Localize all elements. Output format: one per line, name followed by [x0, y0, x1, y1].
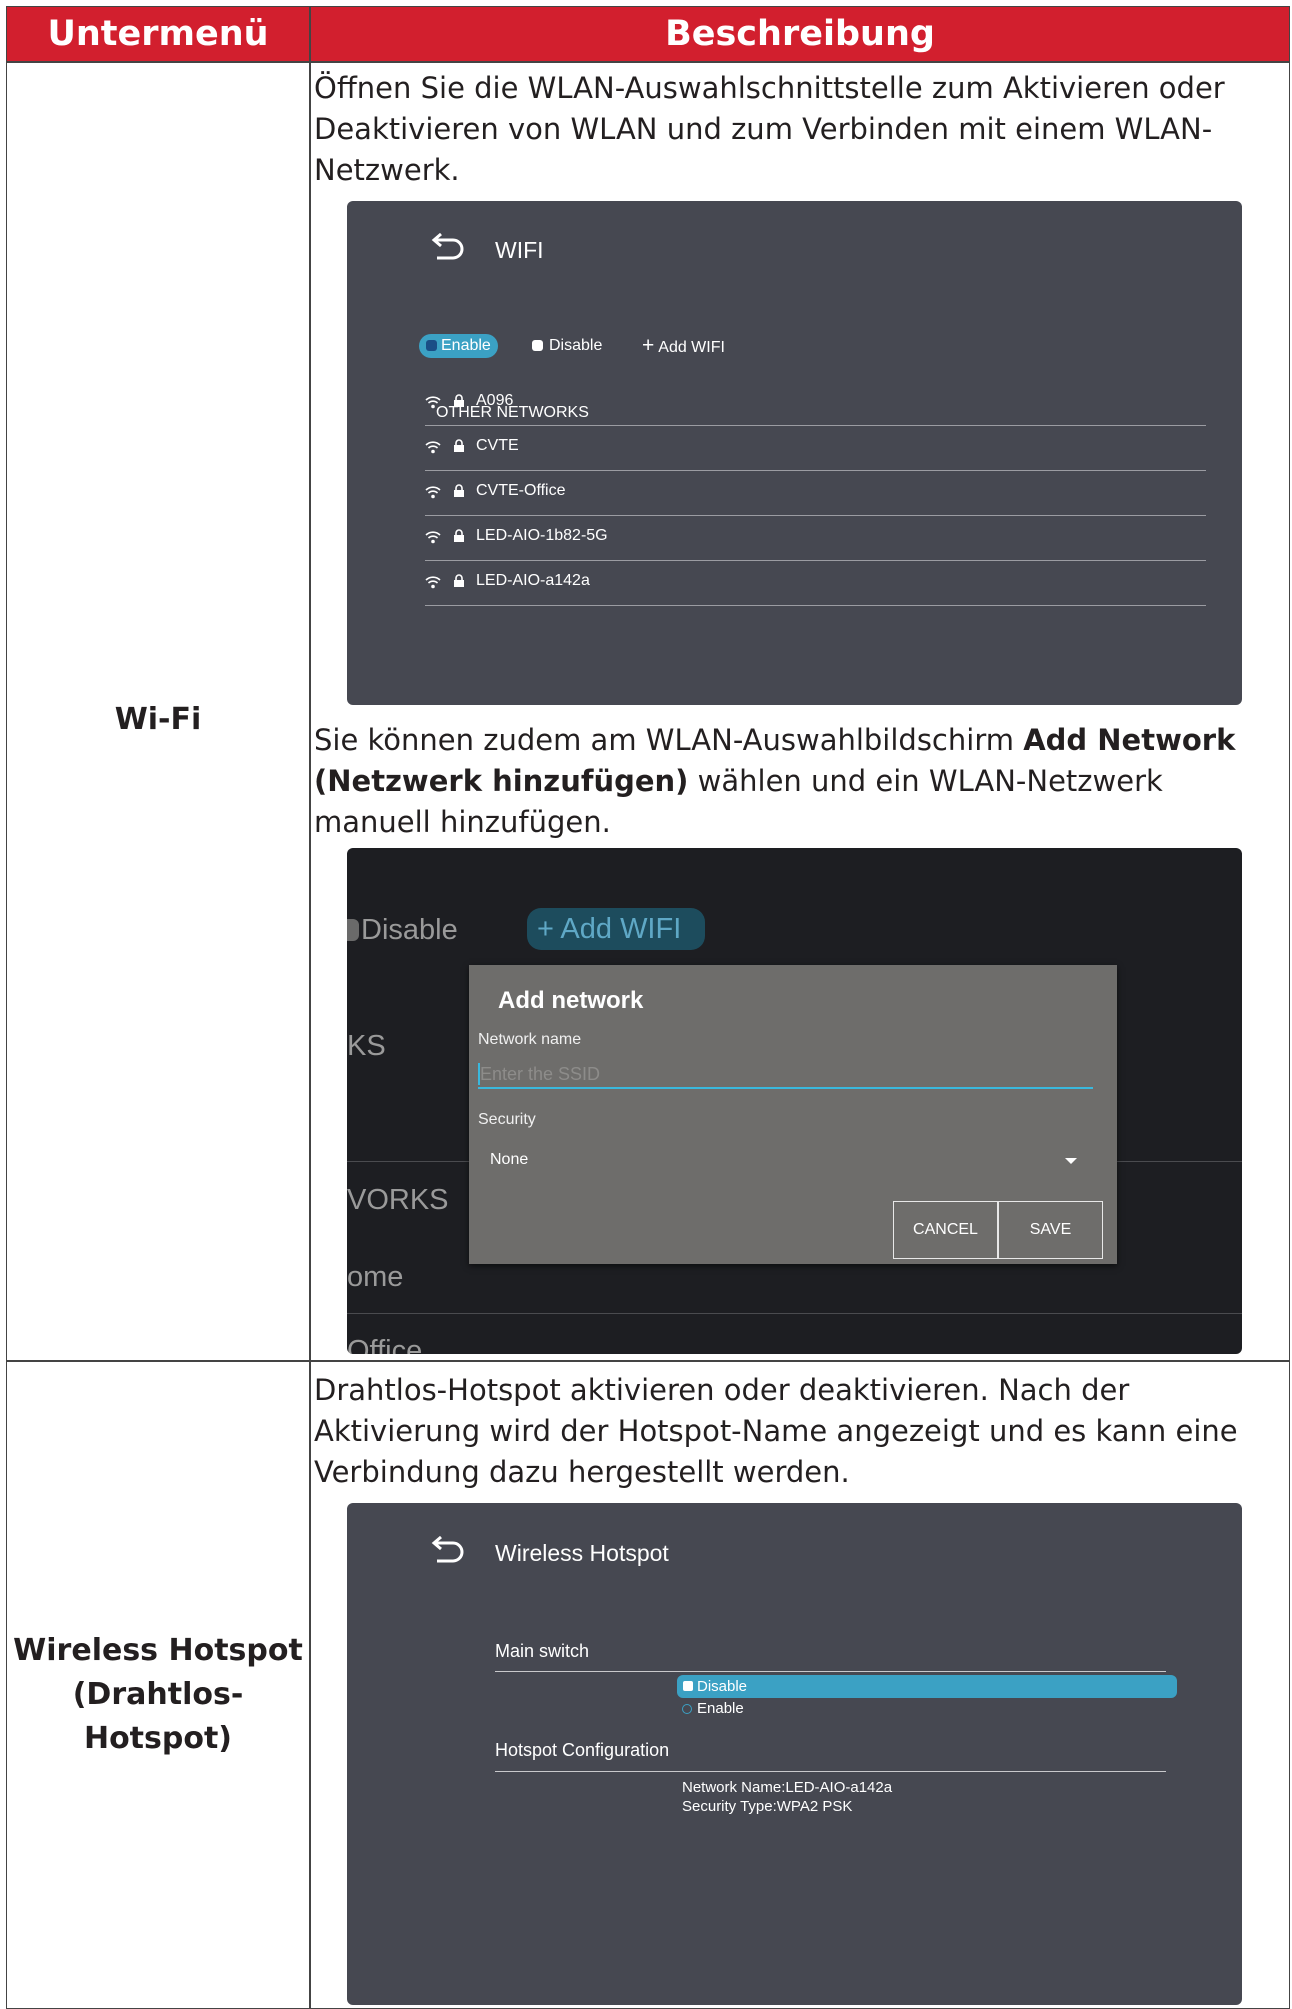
network-name: A096: [476, 392, 514, 409]
header-submenu: Untermenü: [47, 14, 269, 54]
screen-title: Wireless Hotspot: [495, 1540, 669, 1566]
row-label-wifi: Wi-Fi: [114, 702, 202, 737]
plus-icon: +: [537, 913, 561, 945]
security-type-value: Security Type:WPA2 PSK: [682, 1798, 853, 1815]
hotspot-config-label: Hotspot Configuration: [495, 1740, 670, 1760]
wifi-signal-icon: [425, 576, 441, 589]
wifi-signal-icon: [425, 486, 441, 499]
add-network-dialog: Add network Network name Enter the SSID …: [469, 965, 1117, 1264]
add-wifi-label: Add WIFI: [658, 339, 725, 356]
text-cursor: [478, 1063, 480, 1085]
column-divider: [309, 7, 311, 2008]
network-name: CVTE-Office: [476, 482, 566, 499]
dropdown-arrow-icon[interactable]: [1065, 1158, 1077, 1164]
bg-disable-label: Disable: [361, 914, 458, 946]
bg-works-text: VORKS: [347, 1184, 449, 1216]
radio-icon: [682, 1704, 692, 1714]
save-button[interactable]: SAVE: [998, 1201, 1103, 1259]
bg-office-text: Office: [347, 1335, 423, 1354]
network-name: LED-AIO-1b82-5G: [476, 527, 608, 544]
table-header: Untermenü Beschreibung: [7, 7, 1289, 61]
row-label-line: Wireless Hotspot: [13, 1633, 303, 1668]
divider: [347, 1313, 1242, 1314]
enable-option[interactable]: Enable: [681, 1699, 744, 1718]
checkbox-icon: [532, 340, 543, 351]
back-icon[interactable]: [429, 233, 465, 263]
disable-option[interactable]: Disable: [677, 1675, 1177, 1698]
row-label-line: Hotspot): [83, 1721, 233, 1756]
divider: [495, 1771, 1166, 1772]
row-label-hotspot: Wireless Hotspot (Drahtlos- Hotspot): [7, 1629, 309, 1761]
bg-home-text: ome: [347, 1261, 404, 1293]
ssid-input[interactable]: Enter the SSID: [478, 1061, 1093, 1089]
wifi-signal-icon: [425, 531, 441, 544]
security-label: Security: [478, 1111, 536, 1128]
header-description: Beschreibung: [665, 14, 935, 54]
back-icon[interactable]: [429, 1536, 465, 1566]
bg-ks-text: KS: [347, 1030, 386, 1062]
checkbox-icon: [347, 919, 359, 941]
row-label-line: (Drahtlos-: [72, 1677, 244, 1712]
network-name-label: Network name: [478, 1031, 582, 1048]
lock-icon: [454, 529, 464, 542]
plus-icon: +: [642, 334, 655, 357]
wifi-signal-icon: [425, 396, 441, 409]
network-item[interactable]: CVTE: [425, 426, 1206, 471]
screen-title: WIFI: [495, 237, 544, 263]
lock-icon: [454, 484, 464, 497]
enable-label: Enable: [697, 1700, 744, 1717]
network-item[interactable]: LED-AIO-a142a: [425, 561, 1206, 606]
bg-add-wifi-button: + Add WIFI: [527, 908, 705, 950]
disable-option[interactable]: Disable: [532, 334, 602, 358]
hotspot-screenshot: Wireless Hotspot Main switch Disable Ena…: [347, 1503, 1242, 2005]
checkbox-checked-icon: [426, 340, 437, 351]
wifi-description: Öffnen Sie die WLAN-Auswahlschnittstelle…: [314, 71, 1225, 187]
network-name: CVTE: [476, 437, 519, 454]
row-divider: [7, 61, 1289, 63]
lock-icon: [454, 574, 464, 587]
bg-disable-text: Disable: [347, 914, 458, 947]
enable-label: Enable: [441, 337, 491, 354]
network-item[interactable]: A096: [425, 381, 1206, 426]
bg-add-wifi-label: Add WIFI: [560, 913, 682, 945]
wifi-signal-icon: [425, 441, 441, 454]
text-run: Sie können zudem am WLAN-Auswahlbildschi…: [314, 723, 1024, 757]
wifi-screenshot: WIFI Enable Disable + Add WIFI OTHER NETW…: [347, 201, 1242, 705]
disable-label: Disable: [697, 1678, 748, 1695]
network-name: LED-AIO-a142a: [476, 572, 590, 589]
checkbox-icon: [683, 1681, 693, 1691]
lock-icon: [454, 439, 464, 452]
add-network-screenshot: Disable + Add WIFI KS VORKS ome Office A…: [347, 848, 1242, 1354]
network-name-value: Network Name:LED-AIO-a142a: [682, 1779, 893, 1796]
add-network-description: Sie können zudem am WLAN-Auswahlbildschi…: [314, 720, 1279, 843]
row-divider: [7, 1360, 1289, 1362]
lock-icon: [454, 394, 464, 407]
security-select[interactable]: None: [490, 1151, 528, 1169]
disable-label: Disable: [549, 337, 603, 354]
network-item[interactable]: CVTE-Office: [425, 471, 1206, 516]
main-switch-label: Main switch: [495, 1641, 590, 1661]
dialog-title: Add network: [498, 987, 644, 1014]
divider: [495, 1671, 1166, 1672]
hotspot-description: Drahtlos-Hotspot aktivieren oder deaktiv…: [314, 1373, 1238, 1489]
enable-option[interactable]: Enable: [419, 334, 498, 358]
network-item[interactable]: LED-AIO-1b82-5G: [425, 516, 1206, 561]
cancel-button[interactable]: CANCEL: [893, 1201, 998, 1259]
add-wifi-button[interactable]: + Add WIFI: [642, 334, 725, 360]
